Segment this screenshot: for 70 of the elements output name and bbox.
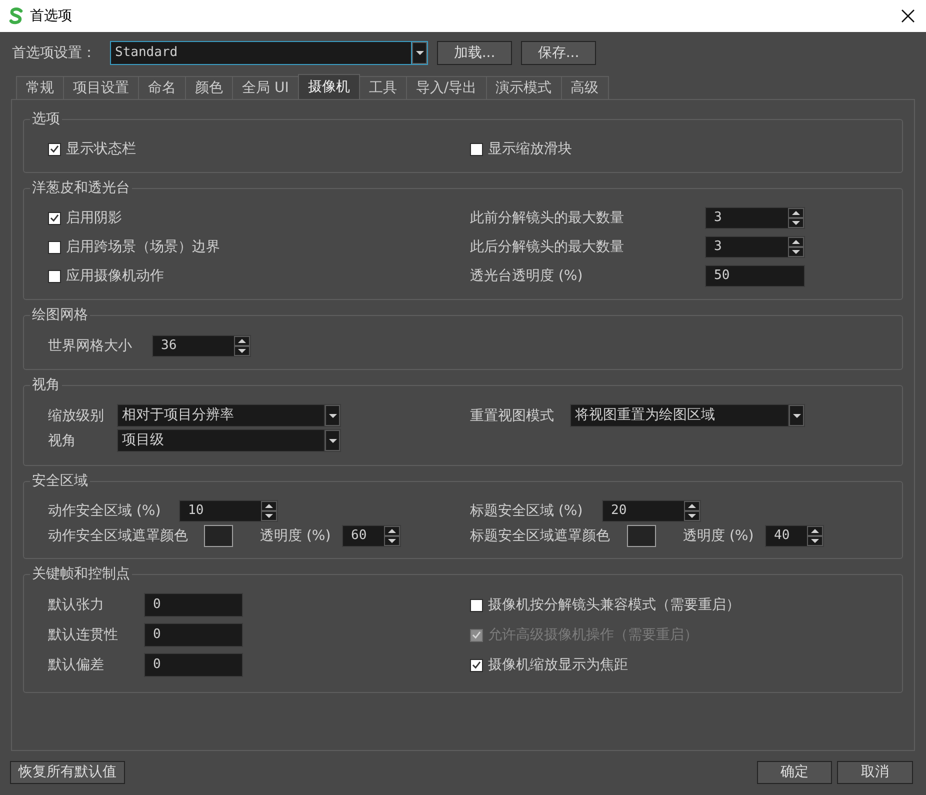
- field-label: 此后分解镜头的最大数量: [470, 239, 625, 255]
- group-title: 绘图网格: [31, 307, 89, 323]
- field-label: 标题安全区域遮罩颜色: [470, 528, 611, 544]
- dialog-button[interactable]: 确定: [757, 761, 832, 784]
- dropdown-field[interactable]: Standard: [110, 41, 411, 65]
- close-icon: [901, 9, 915, 23]
- group-title: 选项: [31, 111, 61, 127]
- field-label: 世界网格大小: [48, 338, 133, 354]
- color-swatch-icon[interactable]: [204, 525, 233, 547]
- checkmark-icon: [50, 214, 59, 222]
- tab[interactable]: 摄像机: [298, 74, 360, 99]
- down-triangle-icon: [792, 414, 800, 418]
- checkbox[interactable]: [470, 142, 483, 156]
- checkbox[interactable]: [48, 142, 61, 156]
- dropdown-field[interactable]: 项目级: [117, 429, 324, 452]
- field-label: 动作安全区域 (%): [48, 503, 162, 519]
- checkmark-icon: [472, 631, 481, 639]
- toolbar-button[interactable]: 保存...: [521, 41, 596, 65]
- field-label: 默认张力: [48, 597, 105, 613]
- tab[interactable]: 高级: [560, 76, 609, 99]
- window-title: 首选项: [30, 6, 72, 26]
- dropdown-field[interactable]: 将视图重置为绘图区域: [570, 404, 788, 427]
- checkbox-label[interactable]: 启用阴影: [66, 210, 122, 226]
- group-title: 关键帧和控制点: [31, 566, 131, 582]
- toolbar-button[interactable]: 加载...: [437, 41, 512, 65]
- restore-defaults-button[interactable]: 恢复所有默认值: [10, 761, 125, 784]
- checkbox[interactable]: [48, 240, 61, 254]
- field-label: 此前分解镜头的最大数量: [470, 210, 625, 226]
- checkbox-label[interactable]: 显示缩放滑块: [488, 141, 572, 157]
- field-label: 动作安全区域遮罩颜色: [48, 528, 189, 544]
- checkbox[interactable]: [48, 212, 61, 224]
- dialog-button[interactable]: 取消: [837, 761, 913, 784]
- field-label: 默认连贯性: [48, 627, 119, 643]
- checkbox-label[interactable]: 摄像机缩放显示为焦距: [488, 657, 628, 673]
- checkmark-icon: [472, 661, 481, 669]
- text-field[interactable]: 0: [144, 593, 243, 617]
- opacity-label: 透明度 (%): [683, 528, 755, 544]
- dropdown-button[interactable]: [411, 41, 428, 65]
- field-label: 透光台透明度 (%): [470, 268, 584, 284]
- field-label: 缩放级别: [48, 408, 105, 424]
- checkbox-label[interactable]: 启用跨场景（场景）边界: [66, 239, 220, 255]
- down-triangle-icon: [328, 438, 336, 442]
- checkbox-label[interactable]: 摄像机按分解镜头兼容模式（需要重启）: [488, 597, 740, 613]
- group-title: 洋葱皮和透光台: [31, 180, 131, 196]
- dropdown-field[interactable]: 相对于项目分辨率: [117, 404, 324, 427]
- color-swatch-icon[interactable]: [627, 525, 656, 547]
- field-label: 标题安全区域 (%): [470, 503, 584, 519]
- opacity-label: 透明度 (%): [260, 528, 332, 544]
- checkbox-label[interactable]: 应用摄像机动作: [66, 268, 164, 284]
- field-label: 默认偏差: [48, 657, 105, 673]
- field-label: 视角: [48, 432, 77, 448]
- text-field[interactable]: 0: [144, 653, 243, 677]
- checkbox[interactable]: [470, 598, 483, 612]
- tab[interactable]: 常规: [16, 76, 64, 99]
- text-field[interactable]: 50: [705, 265, 805, 287]
- dropdown-button[interactable]: [324, 404, 341, 427]
- group-title: 安全区域: [31, 473, 89, 489]
- checkbox[interactable]: [470, 658, 483, 672]
- text-field[interactable]: 0: [144, 623, 243, 647]
- down-triangle-icon: [416, 51, 424, 55]
- group-title: 视角: [31, 377, 61, 393]
- checkbox-label[interactable]: 显示状态栏: [66, 141, 136, 157]
- checkbox[interactable]: [48, 270, 61, 282]
- down-triangle-icon: [328, 414, 336, 418]
- dropdown-button[interactable]: [324, 429, 341, 452]
- checkmark-icon: [50, 145, 59, 153]
- field-label: 重置视图模式: [470, 408, 555, 424]
- dropdown-button[interactable]: [788, 404, 805, 427]
- preset-label: 首选项设置：: [12, 44, 97, 63]
- app-logo-icon: [8, 7, 24, 25]
